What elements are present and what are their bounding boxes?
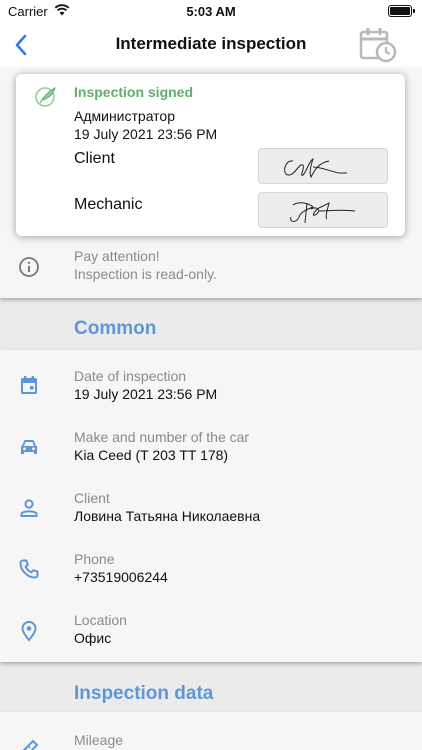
date-of-inspection-label: Date of inspection bbox=[74, 368, 187, 384]
status-time: 5:03 AM bbox=[186, 4, 236, 19]
car-icon bbox=[21, 440, 37, 454]
client-signature-image bbox=[258, 148, 388, 184]
info-icon bbox=[19, 257, 39, 277]
person-icon bbox=[20, 499, 38, 517]
section-header-common: Common bbox=[74, 318, 157, 339]
client-label: Client bbox=[74, 490, 110, 506]
mechanic-signature-label: Mechanic bbox=[74, 196, 143, 213]
status-bar: Carrier 5:03 AM bbox=[0, 0, 422, 24]
car-label: Make and number of the car bbox=[74, 429, 250, 445]
location-value: Офис bbox=[74, 630, 112, 646]
phone-value[interactable]: +73519006244 bbox=[74, 569, 168, 585]
battery-icon bbox=[388, 5, 415, 17]
calendar-clock-button[interactable] bbox=[358, 24, 398, 64]
signed-quill-icon bbox=[35, 87, 56, 107]
location-icon bbox=[21, 621, 37, 642]
phone-label: Phone bbox=[74, 551, 115, 567]
notice-message: Inspection is read-only. bbox=[74, 266, 217, 282]
client-value: Ловина Татьяна Николаевна bbox=[74, 508, 261, 524]
date-of-inspection-value: 19 July 2021 23:56 PM bbox=[74, 386, 218, 402]
notice-title: Pay attention! bbox=[74, 248, 160, 264]
mileage-label: Mileage bbox=[74, 732, 124, 748]
location-label: Location bbox=[74, 612, 127, 628]
mechanic-signature-image bbox=[258, 192, 388, 228]
car-value: Kia Ceed (T 203 TT 178) bbox=[74, 447, 229, 463]
navigation-bar: Intermediate inspection bbox=[0, 24, 422, 68]
client-signature-label: Client bbox=[74, 150, 115, 167]
signed-status-text: Inspection signed bbox=[74, 84, 194, 100]
signed-by-text: Администратор bbox=[74, 108, 176, 124]
signature-popup: Inspection signed Администратор 19 July … bbox=[16, 74, 405, 236]
calendar-icon bbox=[21, 376, 37, 394]
phone-icon bbox=[19, 559, 39, 579]
inspection-data-card bbox=[0, 712, 422, 750]
signed-date-text: 19 July 2021 23:56 PM bbox=[74, 126, 218, 142]
ruler-icon bbox=[22, 739, 39, 750]
section-header-inspection-data: Inspection data bbox=[74, 683, 214, 704]
